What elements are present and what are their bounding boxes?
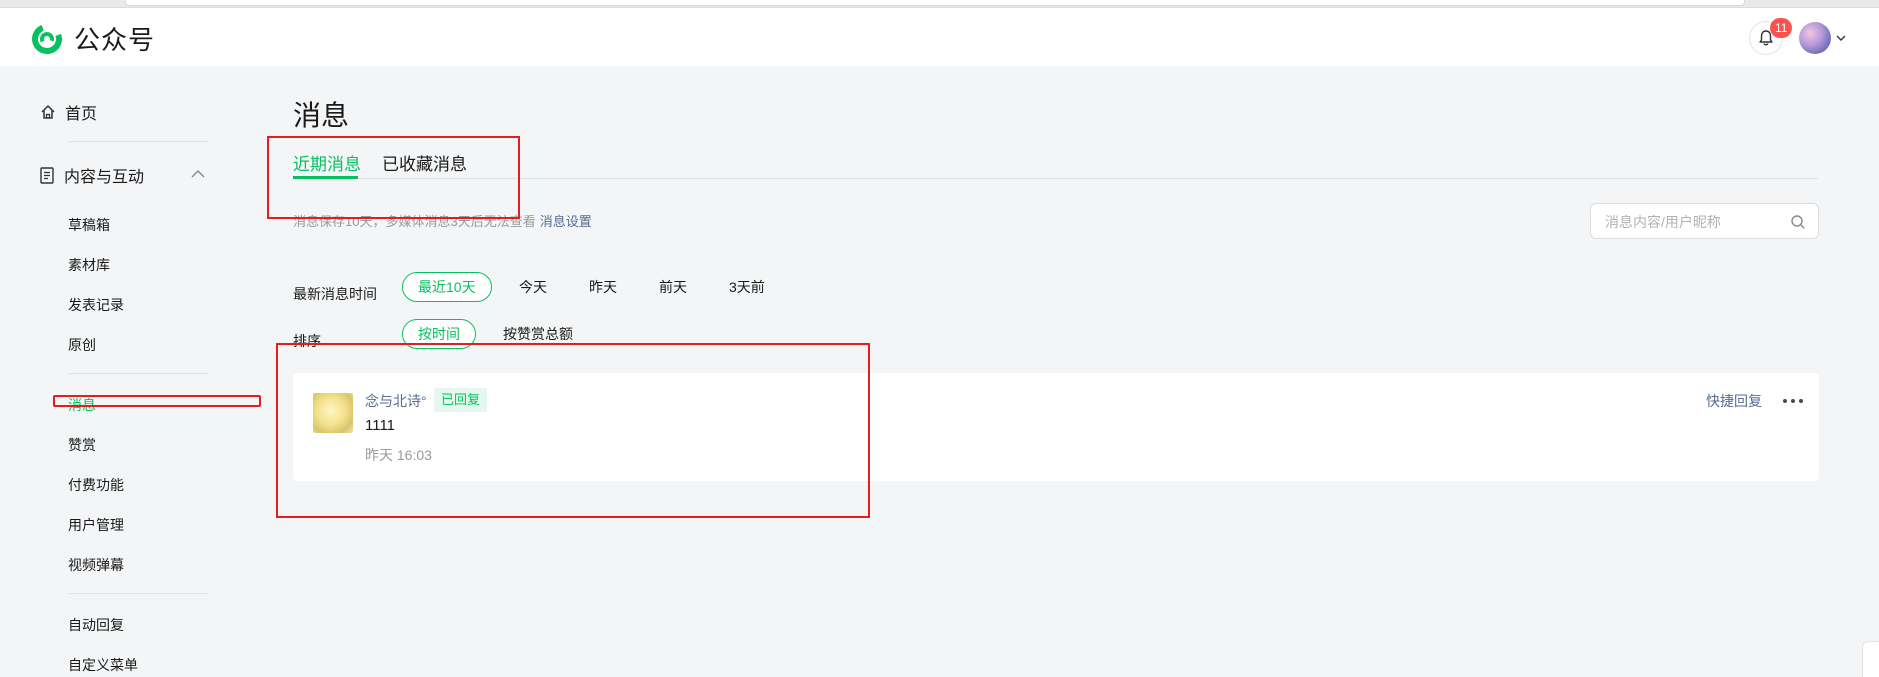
- sidebar-group-content[interactable]: 内容与互动: [40, 163, 205, 187]
- chevron-up-icon[interactable]: [191, 169, 205, 178]
- sidebar-item-home[interactable]: 首页: [40, 100, 97, 124]
- sidebar: 首页 内容与互动 草稿箱 素材库 发表记录 原创 消息 赞赏 付费功能 用户管理…: [0, 66, 250, 677]
- chevron-down-icon[interactable]: [1836, 35, 1846, 42]
- search-input[interactable]: [1605, 212, 1785, 232]
- document-icon: [40, 166, 54, 184]
- search-icon[interactable]: [1790, 214, 1806, 230]
- sidebar-item-auto-reply[interactable]: 自动回复: [68, 615, 124, 635]
- wechat-mp-logo-icon: [32, 23, 62, 54]
- annotation-box-tabs: [267, 136, 520, 219]
- notification-badge: 11: [1770, 18, 1793, 38]
- top-header: 公众号 11: [0, 8, 1879, 66]
- message-settings-link[interactable]: 消息设置: [540, 214, 592, 229]
- sidebar-group-label: 内容与互动: [64, 169, 145, 186]
- time-filter-day-before[interactable]: 前天: [643, 272, 703, 302]
- more-options-icon[interactable]: [1783, 399, 1803, 403]
- app-logo[interactable]: 公众号: [30, 20, 155, 57]
- sidebar-item-video-danmaku[interactable]: 视频弹幕: [68, 555, 124, 575]
- sidebar-item-original[interactable]: 原创: [68, 335, 96, 355]
- app-title: 公众号: [74, 25, 156, 55]
- time-filter-yesterday[interactable]: 昨天: [573, 272, 633, 302]
- sidebar-item-user-management[interactable]: 用户管理: [68, 515, 124, 535]
- time-filter-3-days-ago[interactable]: 3天前: [713, 272, 781, 302]
- browser-chrome: [0, 0, 1879, 8]
- divider: [68, 141, 208, 142]
- sidebar-item-rewards[interactable]: 赞赏: [68, 435, 96, 455]
- time-filter-last-10-days[interactable]: 最近10天: [402, 272, 492, 302]
- sidebar-item-materials[interactable]: 素材库: [68, 255, 110, 275]
- quick-reply-button[interactable]: 快捷回复: [1706, 391, 1762, 411]
- time-filter-today[interactable]: 今天: [503, 272, 563, 302]
- divider: [68, 593, 208, 594]
- help-button-edge[interactable]: [1862, 641, 1879, 677]
- page-title: 消息: [293, 100, 350, 131]
- annotation-box-messages-nav: [53, 395, 261, 407]
- divider: [68, 373, 208, 374]
- annotation-box-message-card: [276, 343, 870, 518]
- sidebar-item-publish-records[interactable]: 发表记录: [68, 295, 124, 315]
- message-search[interactable]: [1590, 203, 1819, 239]
- sidebar-item-custom-menu[interactable]: 自定义菜单: [68, 655, 138, 675]
- user-avatar[interactable]: [1799, 22, 1831, 54]
- message-tabs: 近期消息 已收藏消息: [293, 148, 1818, 179]
- sidebar-item-drafts[interactable]: 草稿箱: [68, 215, 110, 235]
- address-bar-edge: [125, 0, 1745, 6]
- home-icon: [41, 105, 55, 119]
- sidebar-item-label: 首页: [65, 106, 98, 123]
- sidebar-item-paid-features[interactable]: 付费功能: [68, 475, 124, 495]
- time-filter-label: 最新消息时间: [293, 286, 377, 302]
